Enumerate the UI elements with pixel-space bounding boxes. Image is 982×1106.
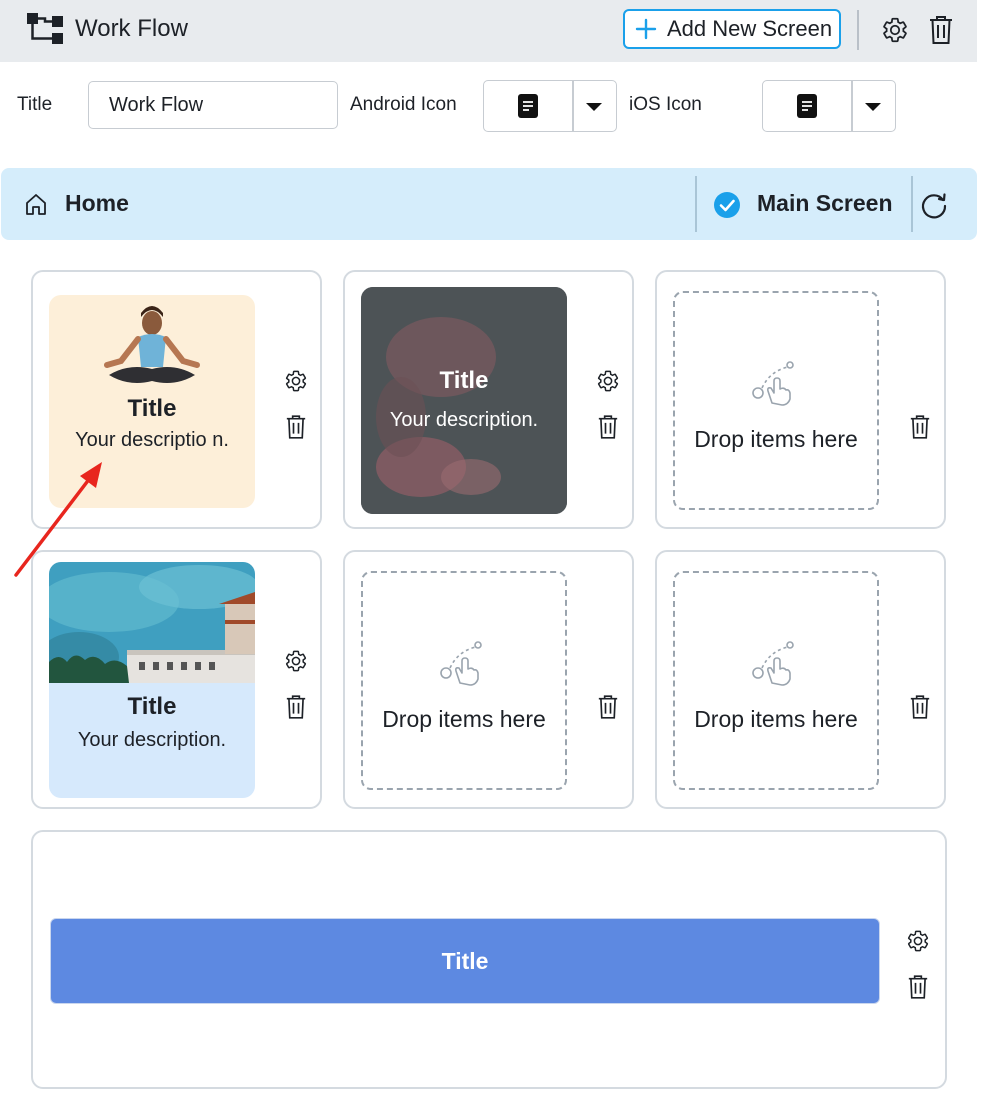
plus-icon	[635, 18, 657, 40]
content-card[interactable]: Title Your description.	[343, 270, 634, 529]
flower-background-image	[361, 287, 567, 514]
drop-zone-text: Drop items here	[694, 426, 858, 452]
yoga-person-image	[104, 306, 200, 383]
drop-zone[interactable]: Drop items here	[673, 571, 879, 790]
title-button[interactable]: Title	[50, 918, 880, 1004]
trash-icon[interactable]	[286, 694, 306, 720]
wide-content-card[interactable]: Title	[31, 830, 947, 1089]
android-icon-label: Android Icon	[350, 94, 457, 115]
image-tile[interactable]: Title Your descriptio n.	[49, 295, 255, 508]
trash-icon[interactable]	[598, 694, 618, 720]
refresh-icon[interactable]	[919, 190, 949, 220]
title-label: Title	[17, 94, 53, 115]
trash-icon[interactable]	[908, 974, 928, 1000]
drop-zone-text: Drop items here	[382, 706, 546, 732]
content-card[interactable]: Drop items here	[655, 550, 946, 809]
trash-icon[interactable]	[929, 15, 953, 45]
trash-icon[interactable]	[286, 414, 306, 440]
image-tile[interactable]: Title Your description.	[49, 562, 255, 798]
title-input[interactable]	[88, 81, 338, 129]
document-icon	[518, 94, 538, 118]
chevron-down-icon	[586, 103, 602, 111]
chevron-down-icon	[865, 103, 881, 111]
workflow-icon	[27, 13, 63, 44]
check-circle-icon[interactable]	[713, 191, 741, 219]
drop-zone-text: Drop items here	[694, 706, 858, 732]
ios-icon-label: iOS Icon	[629, 94, 702, 115]
tile-description: Your description.	[77, 729, 227, 751]
add-new-screen-label: Add New Screen	[667, 16, 833, 41]
drop-zone[interactable]: Drop items here	[361, 571, 567, 790]
tile-title: Title	[439, 367, 489, 394]
building-sky-image	[49, 562, 255, 683]
tile-description: Your description.	[389, 409, 539, 431]
drag-hand-icon	[752, 361, 794, 406]
ios-icon-select[interactable]	[762, 80, 896, 132]
app-title: Work Flow	[75, 15, 188, 42]
drag-hand-icon	[752, 641, 794, 686]
trash-icon[interactable]	[910, 414, 930, 440]
gear-icon[interactable]	[284, 369, 308, 393]
content-card[interactable]: Title Your description.	[31, 550, 322, 809]
gear-icon[interactable]	[881, 16, 909, 44]
top-bar: Work Flow Add New Screen	[0, 0, 977, 62]
gear-icon[interactable]	[596, 369, 620, 393]
image-tile[interactable]: Title Your description.	[361, 287, 567, 514]
trash-icon[interactable]	[598, 414, 618, 440]
content-card[interactable]: Drop items here	[655, 270, 946, 529]
gear-icon[interactable]	[906, 929, 930, 953]
home-icon[interactable]	[24, 192, 48, 216]
trash-icon[interactable]	[910, 694, 930, 720]
screen-tab-bar: Home Main Screen	[1, 168, 977, 240]
android-icon-select[interactable]	[483, 80, 617, 132]
content-card[interactable]: Drop items here	[343, 550, 634, 809]
tile-description: Your descriptio n.	[75, 429, 229, 451]
document-icon	[797, 94, 817, 118]
add-new-screen-button[interactable]: Add New Screen	[623, 9, 841, 49]
main-screen-label: Main Screen	[757, 190, 893, 216]
tile-title: Title	[127, 693, 177, 720]
gear-icon[interactable]	[284, 649, 308, 673]
home-tab[interactable]: Home	[65, 190, 129, 217]
content-card[interactable]: Title Your descriptio n.	[31, 270, 322, 529]
drop-zone[interactable]: Drop items here	[673, 291, 879, 510]
drag-hand-icon	[440, 641, 482, 686]
header-divider	[857, 10, 859, 50]
tile-title: Title	[127, 395, 177, 422]
